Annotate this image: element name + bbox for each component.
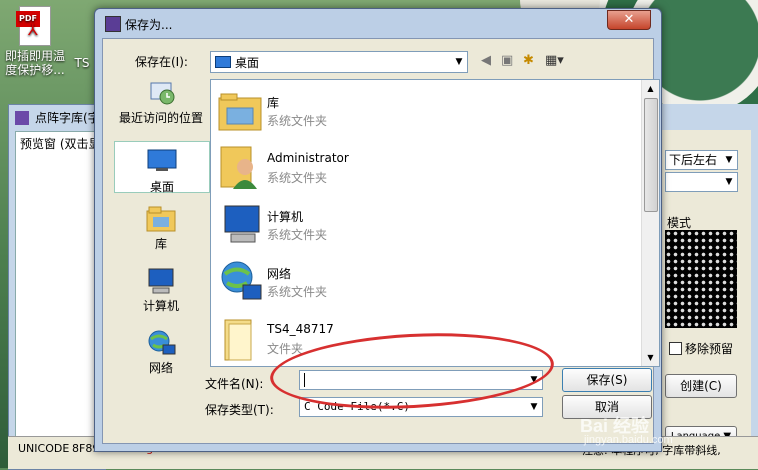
place-library[interactable]: 库 bbox=[114, 205, 208, 252]
place-computer[interactable]: 计算机 bbox=[114, 267, 208, 314]
file-name: Administrator bbox=[267, 151, 349, 165]
up-folder-icon[interactable]: ▣ bbox=[501, 53, 513, 68]
mode-label: 模式 bbox=[667, 216, 692, 230]
pdf-file-icon: PDF ⅄ bbox=[16, 6, 51, 46]
place-label: 库 bbox=[154, 237, 167, 251]
place-label: 计算机 bbox=[142, 299, 179, 313]
scan-order-value: 下后左右 bbox=[669, 153, 718, 167]
file-type: 系统文件夹 bbox=[267, 171, 328, 185]
chevron-down-icon: ▼ bbox=[451, 52, 467, 72]
view-menu-icon[interactable]: ▦▾ bbox=[545, 53, 564, 68]
place-recent[interactable]: 最近访问的位置 bbox=[114, 79, 208, 126]
user-icon bbox=[217, 145, 263, 191]
preview-label: 预览窗 (双击显 bbox=[20, 137, 101, 151]
desktop-icon bbox=[215, 56, 231, 68]
desktop-icon-ts[interactable]: TS bbox=[70, 56, 94, 70]
file-list[interactable]: 库 系统文件夹 Administrator 系统文件夹 计算机 系统文件夹 网络… bbox=[210, 79, 660, 367]
chevron-down-icon: ▼ bbox=[725, 177, 733, 187]
desktop-icon-label: TS bbox=[74, 56, 90, 70]
folder-icon bbox=[217, 316, 263, 362]
background-app-titlebar[interactable]: 点阵字库(字 bbox=[9, 105, 105, 131]
recent-icon bbox=[145, 79, 177, 107]
dot-matrix-preview bbox=[665, 230, 737, 328]
save-in-select[interactable]: 桌面 ▼ bbox=[210, 51, 468, 73]
place-desktop[interactable]: 桌面 bbox=[114, 141, 210, 194]
file-type: 系统文件夹 bbox=[267, 228, 328, 242]
list-item[interactable]: 库 系统文件夹 bbox=[215, 84, 615, 136]
file-name: 计算机 bbox=[267, 210, 304, 224]
secondary-select[interactable]: ▼ bbox=[665, 172, 738, 192]
close-icon: ✕ bbox=[623, 12, 635, 27]
watermark-url: jingyan.baidu.com bbox=[584, 434, 673, 446]
background-app-title: 点阵字库(字 bbox=[35, 111, 100, 125]
dialog-titlebar[interactable]: 保存为... ✕ bbox=[95, 9, 661, 37]
chevron-down-icon: ▼ bbox=[725, 155, 733, 165]
places-bar: 最近访问的位置 桌面 库 计算机 网络 bbox=[114, 79, 210, 389]
create-button[interactable]: 创建(C) bbox=[665, 374, 737, 398]
filetype-label: 保存类型(T): bbox=[205, 403, 274, 417]
dialog-title: 保存为... bbox=[125, 18, 173, 32]
background-app-right-panel: 下后左右 ▼ ▼ 模式 移除预留 创建(C) Language ▼ bbox=[660, 104, 758, 468]
app-icon bbox=[15, 111, 29, 125]
list-item[interactable]: 网络 系统文件夹 bbox=[215, 255, 615, 307]
file-list-scrollbar[interactable]: ▲ ▼ bbox=[641, 80, 659, 366]
place-label: 网络 bbox=[148, 361, 173, 375]
move-preview-checkbox[interactable] bbox=[669, 342, 682, 355]
app-icon bbox=[105, 16, 121, 32]
list-item[interactable]: Administrator 系统文件夹 bbox=[215, 141, 615, 193]
status-encoding: UNICODE bbox=[18, 442, 70, 455]
filename-label: 文件名(N): bbox=[205, 377, 264, 391]
save-in-label: 保存在(I): bbox=[135, 55, 188, 69]
chevron-down-icon: ▼ bbox=[530, 402, 538, 412]
file-name: 库 bbox=[267, 96, 280, 110]
file-name: 网络 bbox=[267, 267, 292, 281]
save-button[interactable]: 保存(S) bbox=[562, 368, 652, 392]
move-preview-label: 移除预留 bbox=[685, 342, 734, 356]
desktop-icon-label: 即插即用温度保护移... bbox=[4, 49, 65, 77]
scan-order-select[interactable]: 下后左右 ▼ bbox=[665, 150, 738, 170]
place-network[interactable]: 网络 bbox=[114, 329, 208, 376]
scroll-down-icon[interactable]: ▼ bbox=[642, 349, 659, 366]
close-button[interactable]: ✕ bbox=[607, 10, 651, 30]
computer-icon bbox=[145, 267, 177, 295]
save-in-value: 桌面 bbox=[235, 56, 260, 70]
library-icon bbox=[145, 205, 177, 233]
file-type: 系统文件夹 bbox=[267, 285, 328, 299]
new-folder-icon[interactable]: ✱ bbox=[523, 53, 534, 68]
scrollbar-thumb[interactable] bbox=[644, 98, 658, 212]
background-app-window: 点阵字库(字 预览窗 (双击显 bbox=[8, 104, 106, 470]
list-item[interactable]: 计算机 系统文件夹 bbox=[215, 198, 615, 250]
place-label: 桌面 bbox=[149, 180, 174, 194]
scroll-up-icon[interactable]: ▲ bbox=[642, 80, 659, 97]
desktop-icon-pdf[interactable]: PDF ⅄ 即插即用温度保护移... bbox=[2, 6, 68, 77]
file-name: TS4_48717 bbox=[267, 322, 334, 336]
preview-pane: 预览窗 (双击显 bbox=[15, 131, 105, 447]
settings-panel: 下后左右 ▼ ▼ 模式 移除预留 创建(C) Language ▼ bbox=[661, 130, 751, 448]
back-icon[interactable]: ◀ bbox=[481, 53, 491, 68]
network-icon bbox=[145, 329, 177, 357]
file-type: 系统文件夹 bbox=[267, 114, 328, 128]
place-label: 最近访问的位置 bbox=[118, 111, 203, 125]
computer-icon bbox=[217, 202, 263, 248]
library-folder-icon bbox=[217, 88, 263, 134]
network-icon bbox=[217, 259, 263, 305]
desktop-icon bbox=[146, 148, 178, 176]
